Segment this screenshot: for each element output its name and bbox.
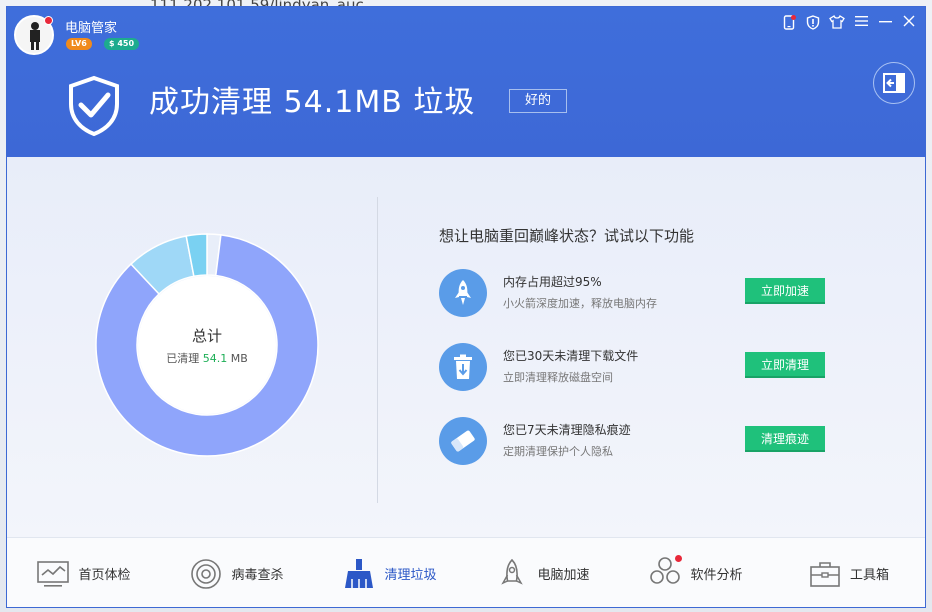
nav-item-speedup[interactable]: 电脑加速 [466, 538, 619, 607]
software-icon-wrap [648, 554, 683, 593]
cleaned-prefix: 已清理 [166, 352, 200, 365]
bottom-nav: 首页体检 病毒查杀 清理垃圾 电脑加速 软件分析 工具箱 [7, 538, 925, 607]
close-icon[interactable] [899, 15, 919, 33]
donut-title: 总计 [191, 327, 222, 345]
suggestion-item-title: 内存占用超过95% [503, 275, 602, 289]
suggestion-item-desc: 立即清理释放磁盘空间 [503, 371, 613, 384]
nav-item-software[interactable]: 软件分析 [619, 538, 772, 607]
menu-icon[interactable] [851, 15, 871, 33]
clean-now-button[interactable]: 立即清理 [745, 352, 825, 378]
nav-item-cleanup[interactable]: 清理垃圾 [313, 538, 466, 607]
notification-dot [44, 16, 53, 25]
suggestion-item: 您已7天未清理隐私痕迹 定期清理保护个人隐私 清理痕迹 [439, 417, 839, 467]
cleaned-unit: MB [230, 352, 248, 365]
avatar-figure-icon [30, 22, 40, 50]
nav-label: 病毒查杀 [231, 568, 284, 583]
nav-item-checkup[interactable]: 首页体检 [7, 538, 160, 607]
donut-subtitle: 已清理 54.1 MB [95, 350, 319, 366]
ok-button[interactable]: 好的 [509, 89, 567, 113]
suggestion-item-desc: 小火箭深度加速，释放电脑内存 [503, 297, 657, 310]
nav-label: 清理垃圾 [384, 568, 437, 583]
exit-icon [883, 73, 905, 93]
trash-download-icon [439, 343, 487, 391]
toolbox-icon [810, 561, 840, 587]
suggestion-item-title: 您已7天未清理隐私痕迹 [503, 423, 631, 437]
nav-label: 工具箱 [849, 568, 889, 583]
speedup-button[interactable]: 立即加速 [745, 278, 825, 304]
nav-label: 首页体检 [78, 568, 131, 583]
suggestion-title: 想让电脑重回巅峰状态？试试以下功能 [439, 227, 695, 245]
nav-label: 电脑加速 [537, 568, 590, 583]
level-badge: LV6 [66, 38, 92, 50]
suggestion-item-title: 您已30天未清理下载文件 [503, 349, 639, 363]
phone-icon[interactable] [779, 15, 799, 33]
minimize-icon[interactable] [875, 15, 895, 33]
header: 电脑管家 LV6 $ 450 成功清理 54.1MB 垃圾 好的 [7, 7, 925, 157]
nav-item-antivirus[interactable]: 病毒查杀 [160, 538, 313, 607]
monitor-icon [37, 560, 70, 587]
eraser-icon [439, 417, 487, 465]
divider [377, 197, 378, 503]
page-title: 成功清理 54.1MB 垃圾 [149, 85, 476, 120]
suggestion-item: 您已30天未清理下载文件 立即清理释放磁盘空间 立即清理 [439, 343, 839, 393]
app-name: 电脑管家 [65, 21, 118, 36]
shirt-icon[interactable] [827, 15, 847, 33]
shield-check-icon [69, 75, 119, 137]
target-icon [191, 558, 222, 589]
suggestion-item-desc: 定期清理保护个人隐私 [503, 445, 613, 458]
exit-button[interactable] [873, 62, 915, 104]
nav-label: 软件分析 [690, 568, 743, 583]
rocket-icon [501, 558, 524, 585]
broom-icon [345, 558, 374, 588]
app-window: 电脑管家 LV6 $ 450 成功清理 54.1MB 垃圾 好的 总计 已清理 … [6, 6, 926, 608]
suggestion-item: 内存占用超过95% 小火箭深度加速，释放电脑内存 立即加速 [439, 269, 839, 319]
coin-badge: $ 450 [104, 38, 140, 50]
cleaned-value: 54.1 [202, 352, 228, 365]
window-controls [779, 15, 919, 33]
shield-icon[interactable] [803, 15, 823, 33]
rocket-icon [439, 269, 487, 317]
nav-item-toolbox[interactable]: 工具箱 [772, 538, 925, 607]
clean-traces-button[interactable]: 清理痕迹 [745, 426, 825, 452]
result-panel: 总计 已清理 54.1 MB 想让电脑重回巅峰状态？试试以下功能 内存占用超过9… [7, 157, 925, 537]
